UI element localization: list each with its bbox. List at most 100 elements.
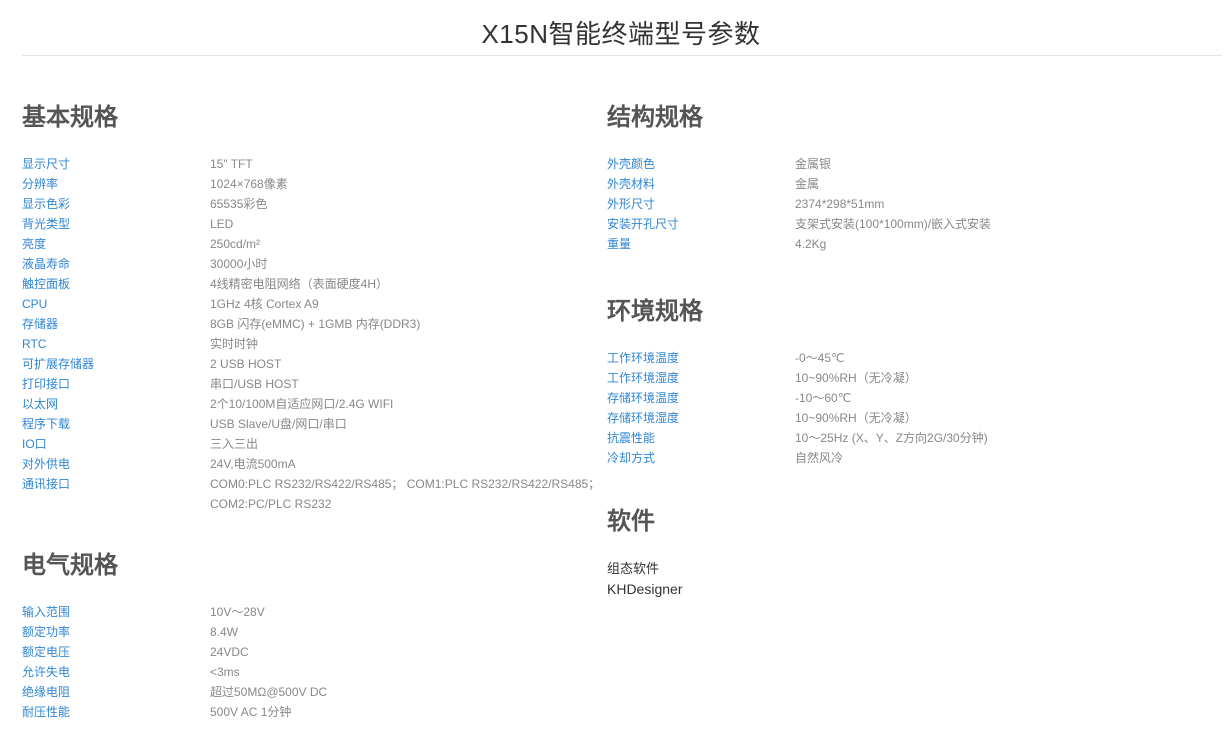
spec-value: 支架式安装(100*100mm)/嵌入式安装 xyxy=(795,217,992,231)
spec-list-environment: 工作环境温度 -0～45℃ 工作环境湿度 10~90%RH（无冷凝） 存储环境温度 -10… xyxy=(607,348,1207,468)
spec-value: -10～60℃ xyxy=(795,391,852,405)
page-title: X15N智能终端型号参数 xyxy=(481,19,761,49)
spec-row: 存储环境湿度 10~90%RH（无冷凝） xyxy=(607,408,1207,428)
spec-label: 存储器 xyxy=(22,317,59,331)
spec-value: 串口/USB HOST xyxy=(210,377,299,391)
spec-row: 重量 4.2Kg xyxy=(607,234,1207,254)
spec-label: 背光类型 xyxy=(22,217,71,231)
spec-row: 绝缘电阻 超过50MΩ@500V DC xyxy=(22,682,602,702)
spec-value: 10~90%RH（无冷凝） xyxy=(795,411,917,425)
spec-row: 允许失电 <3ms xyxy=(22,662,602,682)
section-title-structure: 结构规格 xyxy=(607,104,703,131)
spec-row: IO口 三入三出 xyxy=(22,434,602,454)
right-column: 结构规格 外壳颜色 金属银外壳材料 金属外形尺寸 2374*298*51mm 安装开孔尺… xyxy=(607,100,1207,600)
spec-row: 通讯接口 COM0:PLC RS232/RS422/RS485； COM1:PLC… xyxy=(22,474,602,514)
spec-row: 背光类型 LED xyxy=(22,214,602,234)
spec-value: 24VDC xyxy=(210,645,249,659)
spec-label: 冷却方式 xyxy=(607,451,656,465)
spec-value: USB Slave/U盘/网口/串口 xyxy=(210,417,347,431)
spec-label: 触控面板 xyxy=(22,277,71,291)
spec-label: 允许失电 xyxy=(22,665,71,679)
spec-row: 存储环境温度 -10～60℃ xyxy=(607,388,1207,408)
spec-value: 10～25Hz (X、Y、Z方向2G/30分钟) xyxy=(795,431,988,445)
spec-row: 外形尺寸 2374*298*51mm xyxy=(607,194,1207,214)
spec-label: 通讯接口 xyxy=(22,477,71,491)
spec-value: 8.4W xyxy=(210,625,239,639)
spec-row: 亮度 250cd/m² xyxy=(22,234,602,254)
spec-label: 工作环境温度 xyxy=(607,351,680,365)
spec-row: 额定功率 8.4W xyxy=(22,622,602,642)
spec-value: -0～45℃ xyxy=(795,351,845,365)
spec-row: 程序下载 USB Slave/U盘/网口/串口 xyxy=(22,414,602,434)
software-category: 组态软件 xyxy=(607,561,660,576)
spec-row: 触控面板 4线精密电阻网络（表面硬度4H） xyxy=(22,274,602,294)
spec-value: 500V AC 1分钟 xyxy=(210,705,292,719)
spec-label: 打印接口 xyxy=(22,377,71,391)
spec-row: 打印接口 串口/USB HOST xyxy=(22,374,602,394)
spec-label: 程序下载 xyxy=(22,417,71,431)
spec-value: 30000小时 xyxy=(210,257,268,271)
spec-list-electrical: 输入范围 10V～28V 额定功率 8.4W 额定电压 24VDC 允许失电 <3ms 绝缘电阻… xyxy=(22,602,602,722)
spec-value: 自然风冷 xyxy=(795,451,844,465)
spec-row: 抗震性能 10～25Hz (X、Y、Z方向2G/30分钟) xyxy=(607,428,1207,448)
spec-label: 亮度 xyxy=(22,237,47,251)
spec-value: 2374*298*51mm xyxy=(795,197,885,211)
spec-row: 外壳材料 金属 xyxy=(607,174,1207,194)
spec-value: COM0:PLC RS232/RS422/RS485； COM1:PLC RS2… xyxy=(210,477,601,511)
spec-value: 1024×768像素 xyxy=(210,177,288,191)
section-title-electrical: 电气规格 xyxy=(22,552,118,579)
software-name: KHDesigner xyxy=(607,581,683,597)
spec-value: 金属 xyxy=(795,177,820,191)
spec-value: 2 USB HOST xyxy=(210,357,282,371)
spec-value: <3ms xyxy=(210,665,240,679)
spec-value: 超过50MΩ@500V DC xyxy=(210,685,328,699)
spec-label: 安装开孔尺寸 xyxy=(607,217,680,231)
spec-value: 4.2Kg xyxy=(795,237,827,251)
spec-row: 外壳颜色 金属银 xyxy=(607,154,1207,174)
spec-label: 对外供电 xyxy=(22,457,71,471)
spec-row: 额定电压 24VDC xyxy=(22,642,602,662)
spec-label: 外形尺寸 xyxy=(607,197,656,211)
spec-label: 存储环境温度 xyxy=(607,391,680,405)
spec-row: 液晶寿命 30000小时 xyxy=(22,254,602,274)
spec-row: 对外供电 24V,电流500mA xyxy=(22,454,602,474)
spec-label: 绝缘电阻 xyxy=(22,685,71,699)
spec-value: LED xyxy=(210,217,234,231)
spec-value: 65535彩色 xyxy=(210,197,268,211)
section-title-environment: 环境规格 xyxy=(607,298,703,325)
spec-label: 额定电压 xyxy=(22,645,71,659)
spec-value: 8GB 闪存(eMMC) + 1GMB 内存(DDR3) xyxy=(210,317,421,331)
spec-label: 可扩展存储器 xyxy=(22,357,95,371)
spec-value: 实时时钟 xyxy=(210,337,259,351)
spec-label: 分辨率 xyxy=(22,177,59,191)
spec-row: 显示尺寸 15" TFT xyxy=(22,154,602,174)
spec-label: 以太网 xyxy=(22,397,59,411)
spec-row: 安装开孔尺寸 支架式安装(100*100mm)/嵌入式安装 xyxy=(607,214,1207,234)
spec-label: 工作环境湿度 xyxy=(607,371,680,385)
spec-value: 4线精密电阻网络（表面硬度4H） xyxy=(210,277,389,291)
spec-row: 工作环境湿度 10~90%RH（无冷凝） xyxy=(607,368,1207,388)
spec-value: 1GHz 4核 Cortex A9 xyxy=(210,297,319,311)
spec-label: 耐压性能 xyxy=(22,705,71,719)
spec-label: 额定功率 xyxy=(22,625,71,639)
spec-value: 250cd/m² xyxy=(210,237,261,251)
spec-row: 耐压性能 500V AC 1分钟 xyxy=(22,702,602,722)
spec-row: 分辨率 1024×768像素 xyxy=(22,174,602,194)
spec-row: 显示色彩 65535彩色 xyxy=(22,194,602,214)
spec-row: 可扩展存储器 2 USB HOST xyxy=(22,354,602,374)
spec-value: 三入三出 xyxy=(210,437,259,451)
spec-label: CPU xyxy=(22,297,48,311)
section-title-software: 软件 xyxy=(607,508,655,535)
spec-value: 2个10/100M自适应网口/2.4G WIFI xyxy=(210,397,394,411)
spec-row: 存储器 8GB 闪存(eMMC) + 1GMB 内存(DDR3) xyxy=(22,314,602,334)
spec-value: 金属银 xyxy=(795,157,832,171)
spec-label: 显示尺寸 xyxy=(22,157,71,171)
spec-label: 显示色彩 xyxy=(22,197,71,211)
spec-value: 10V～28V xyxy=(210,605,265,619)
spec-list-basic: 显示尺寸 15" TFT 分辨率 1024×768像素显示色彩 65535彩色背光类型 L… xyxy=(22,154,602,514)
spec-label: 抗震性能 xyxy=(607,431,656,445)
spec-label: RTC xyxy=(22,337,47,351)
spec-label: 外壳颜色 xyxy=(607,157,656,171)
spec-row: 以太网 2个10/100M自适应网口/2.4G WIFI xyxy=(22,394,602,414)
spec-list-structure: 外壳颜色 金属银外壳材料 金属外形尺寸 2374*298*51mm 安装开孔尺寸 支架式安… xyxy=(607,154,1207,254)
